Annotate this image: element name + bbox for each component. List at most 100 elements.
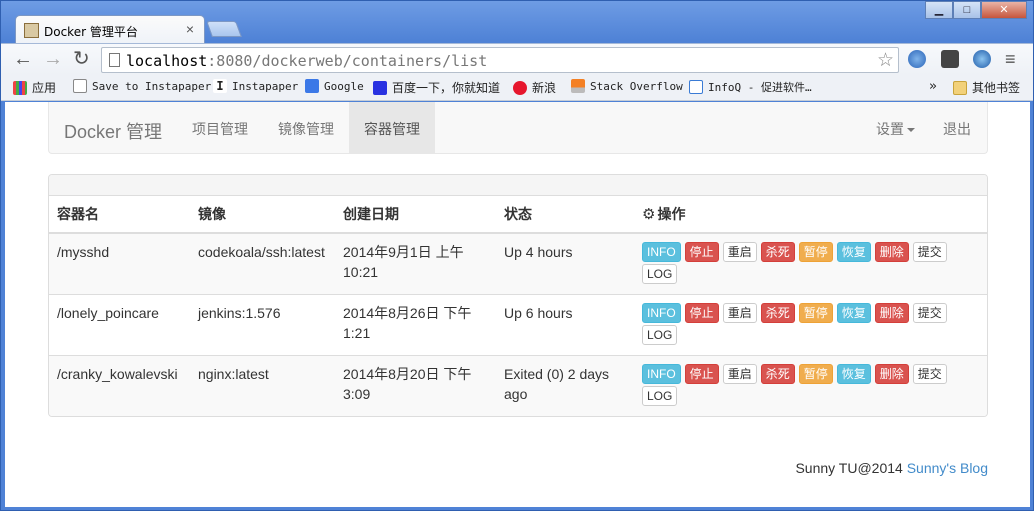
pause-button[interactable]: 暂停 — [798, 242, 833, 262]
header-container-name: 容器名 — [49, 196, 190, 234]
cell-actions: INFO 停止 重启 杀死 暂停 恢复 删除 提交 LOG — [634, 355, 987, 416]
footer-copyright: Sunny TU@2014 — [795, 460, 907, 476]
log-button[interactable]: LOG — [642, 386, 678, 406]
info-button[interactable]: INFO — [642, 364, 681, 384]
restart-button[interactable]: 重启 — [722, 364, 757, 384]
cell-actions: INFO 停止 重启 杀死 暂停 恢复 删除 提交 LOG — [634, 232, 987, 295]
log-button[interactable]: LOG — [642, 264, 678, 284]
bookmark-stack-overflow[interactable]: Stack Overflow — [571, 79, 683, 93]
stop-button[interactable]: 停止 — [684, 303, 719, 323]
kill-button[interactable]: 杀死 — [760, 364, 795, 384]
baidu-icon — [373, 80, 387, 95]
browser-tab[interactable]: Docker 管理平台 × — [15, 15, 205, 45]
extension-globe-icon[interactable] — [908, 50, 926, 68]
cell-created: 2014年8月20日 下午 3:09 — [335, 355, 496, 416]
delete-button[interactable]: 删除 — [874, 364, 909, 384]
kill-button[interactable]: 杀死 — [760, 303, 795, 323]
minimize-button[interactable]: ▁ — [925, 1, 953, 19]
sina-icon — [513, 80, 527, 95]
bookmarks-overflow-chevron[interactable]: » — [929, 79, 937, 94]
page-icon — [73, 79, 87, 93]
restart-button[interactable]: 重启 — [722, 303, 757, 323]
bookmark-other-folder[interactable]: 其他书签 — [953, 79, 1020, 96]
containers-panel: 容器名 镜像 创建日期 状态 ⚙ 操作 /mysshd codekoala/ssh… — [48, 174, 988, 417]
footer-blog-link[interactable]: Sunny's Blog — [907, 460, 988, 476]
infoq-icon — [689, 80, 703, 94]
bookmark-instapaper[interactable]: I Instapaper — [213, 79, 298, 93]
bookmark-save-to-instapaper[interactable]: Save to Instapaper — [73, 79, 211, 93]
address-bar[interactable]: localhost:8080/dockerweb/containers/list… — [101, 47, 899, 73]
log-button[interactable]: LOG — [642, 325, 678, 345]
containers-table: 容器名 镜像 创建日期 状态 ⚙ 操作 /mysshd codekoala/ssh… — [49, 196, 987, 416]
cell-status: Up 4 hours — [496, 232, 634, 295]
cell-created: 2014年9月1日 上午 10:21 — [335, 232, 496, 295]
cell-image: jenkins:1.576 — [190, 294, 335, 356]
back-arrow-icon[interactable]: ← — [13, 49, 33, 69]
table-row: /cranky_kowalevski nginx:latest 2014年8月2… — [49, 355, 987, 416]
page-icon — [109, 53, 120, 67]
chrome-menu-icon[interactable]: ≡ — [1005, 49, 1016, 69]
maximize-button[interactable]: □ — [953, 1, 981, 19]
stackoverflow-icon — [571, 79, 585, 93]
close-window-button[interactable]: ✕ — [981, 1, 1027, 19]
tab-title: Docker 管理平台 — [44, 25, 138, 39]
info-button[interactable]: INFO — [642, 303, 681, 323]
panel-heading — [49, 175, 987, 196]
delete-button[interactable]: 删除 — [874, 303, 909, 323]
window-controls: ▁ □ ✕ — [925, 1, 1027, 19]
google-icon — [305, 79, 319, 93]
nav-settings-dropdown[interactable]: 设置 — [876, 119, 915, 139]
cell-image: codekoala/ssh:latest — [190, 232, 335, 295]
bookmark-infoq[interactable]: InfoQ - 促进软件… — [689, 79, 812, 95]
cell-created: 2014年8月26日 下午 1:21 — [335, 294, 496, 356]
apps-icon — [13, 80, 27, 95]
cell-container-name: /mysshd — [49, 232, 190, 295]
new-tab-button[interactable] — [206, 21, 242, 37]
pause-button[interactable]: 暂停 — [798, 303, 833, 323]
instapaper-icon: I — [213, 79, 227, 93]
forward-arrow-icon[interactable]: → — [43, 49, 63, 69]
url-text: localhost:8080/dockerweb/containers/list — [126, 52, 488, 70]
resume-button[interactable]: 恢复 — [836, 303, 871, 323]
header-actions: ⚙ 操作 — [634, 196, 987, 234]
top-navbar: Docker 管理 项目管理 镜像管理 容器管理 设置 退出 — [48, 102, 988, 154]
resume-button[interactable]: 恢复 — [836, 242, 871, 262]
info-button[interactable]: INFO — [642, 242, 681, 262]
browser-window: Docker 管理平台 × ▁ □ ✕ ← → ↻ localhost:8080… — [0, 0, 1034, 511]
gear-icon: ⚙ — [642, 206, 656, 223]
tab-close-icon[interactable]: × — [186, 21, 194, 37]
bookmark-sina[interactable]: 新浪 — [513, 79, 556, 96]
delete-button[interactable]: 删除 — [874, 242, 909, 262]
stop-button[interactable]: 停止 — [684, 364, 719, 384]
nav-logout[interactable]: 退出 — [943, 119, 971, 139]
cell-status: Up 6 hours — [496, 294, 634, 356]
commit-button[interactable]: 提交 — [912, 364, 947, 384]
restart-button[interactable]: 重启 — [722, 242, 757, 262]
reload-icon[interactable]: ↻ — [73, 49, 90, 69]
nav-containers[interactable]: 容器管理 — [349, 102, 435, 153]
browser-toolbar: ← → ↻ localhost:8080/dockerweb/container… — [1, 43, 1033, 75]
header-image: 镜像 — [190, 196, 335, 234]
bookmark-google[interactable]: Google — [305, 79, 364, 93]
pause-button[interactable]: 暂停 — [798, 364, 833, 384]
commit-button[interactable]: 提交 — [912, 303, 947, 323]
cell-status: Exited (0) 2 days ago — [496, 355, 634, 416]
nav-projects[interactable]: 项目管理 — [192, 119, 248, 139]
kill-button[interactable]: 杀死 — [760, 242, 795, 262]
bookmark-star-icon[interactable]: ☆ — [877, 49, 894, 72]
extension-world-icon[interactable] — [973, 50, 991, 68]
folder-icon — [953, 80, 967, 95]
stop-button[interactable]: 停止 — [684, 242, 719, 262]
bookmark-baidu[interactable]: 百度一下，你就知道 — [373, 79, 500, 96]
commit-button[interactable]: 提交 — [912, 242, 947, 262]
nav-images[interactable]: 镜像管理 — [278, 119, 334, 139]
favicon-icon — [24, 23, 39, 38]
title-bar: Docker 管理平台 × ▁ □ ✕ — [1, 1, 1033, 45]
bookmark-apps[interactable]: 应用 — [13, 79, 56, 96]
page-footer: Sunny TU@2014 Sunny's Blog — [795, 460, 988, 476]
resume-button[interactable]: 恢复 — [836, 364, 871, 384]
navbar-brand[interactable]: Docker 管理 — [64, 118, 162, 144]
table-row: /mysshd codekoala/ssh:latest 2014年9月1日 上… — [49, 232, 987, 295]
header-created: 创建日期 — [335, 196, 496, 234]
evernote-icon[interactable] — [941, 50, 959, 68]
